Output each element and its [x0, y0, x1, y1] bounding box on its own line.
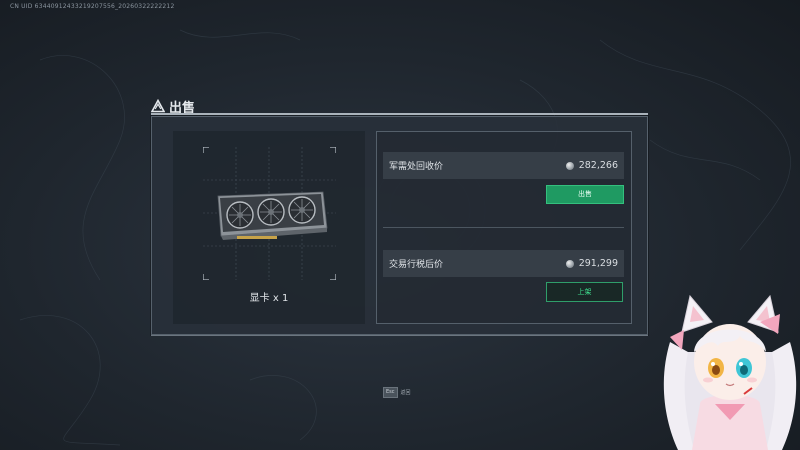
recycle-price-value: 282,266	[565, 160, 618, 171]
esc-key-badge: Esc	[383, 387, 398, 398]
market-price-amount: 291,299	[578, 258, 618, 269]
silver-coin-icon	[565, 161, 574, 170]
recycle-price-label: 军需处回收价	[389, 162, 444, 172]
recycle-price-row: 军需处回收价 282,266	[383, 152, 624, 179]
silver-coin-icon	[565, 259, 574, 268]
warning-triangle-icon	[151, 99, 165, 113]
list-on-market-button[interactable]: 上架	[546, 282, 623, 302]
market-price-label: 交易行税后价	[389, 260, 444, 270]
back-label: 返回	[400, 390, 411, 396]
price-divider	[383, 227, 624, 228]
sell-button[interactable]: 出售	[546, 185, 624, 204]
dialog-bottom-border	[151, 335, 648, 336]
recycle-price-amount: 282,266	[578, 160, 618, 171]
item-frame	[203, 147, 336, 280]
market-price-value: 291,299	[565, 258, 618, 269]
player-uid: CN UID 63440912433219207556_202603222222…	[10, 3, 175, 10]
back-hint[interactable]: Esc 返回	[383, 387, 411, 398]
dialog-top-border	[151, 113, 648, 115]
graphics-card-image	[217, 191, 328, 240]
streamer-avatar	[663, 294, 797, 450]
item-name-label: 显卡 x 1	[249, 293, 289, 304]
market-price-row: 交易行税后价 291,299	[383, 250, 624, 277]
